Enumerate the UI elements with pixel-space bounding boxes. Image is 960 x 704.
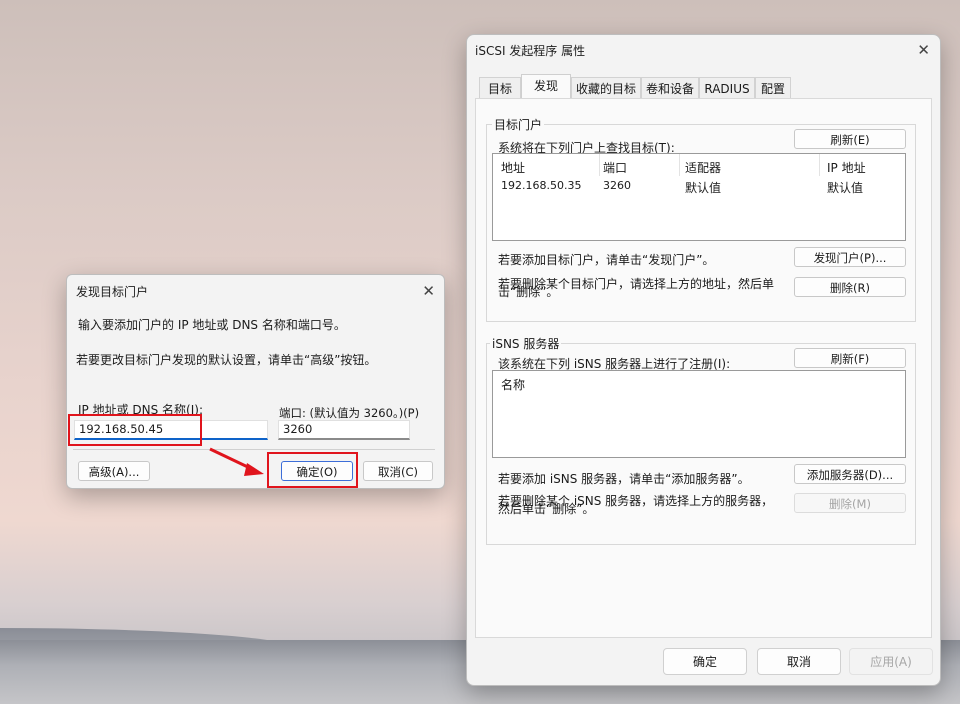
dialog-divider	[73, 449, 435, 450]
tab-configuration[interactable]: 配置	[755, 77, 791, 99]
tab-volumes-devices[interactable]: 卷和设备	[641, 77, 699, 99]
isns-servers-list[interactable]: 名称	[492, 370, 906, 458]
window-title: iSCSI 发起程序 属性	[475, 44, 586, 58]
tab-favorite-targets[interactable]: 收藏的目标	[571, 77, 641, 99]
remove-portal-hint-line2: 击“删除”。	[498, 285, 559, 299]
portals-list[interactable]: 地址 端口 适配器 IP 地址 192.168.50.35 3260 默认值 默…	[492, 153, 906, 241]
discovery-tab-panel: 目标门户 系统将在下列门户上查找目标(T): 刷新(E) 地址 端口 适配器 I…	[475, 98, 932, 638]
remove-isns-hint-line2: 然后单击“删除”。	[498, 502, 595, 516]
port-label: 端口: (默认值为 3260。)(P)	[279, 406, 420, 420]
apply-button[interactable]: 应用(A)	[849, 648, 933, 675]
row-address: 192.168.50.35	[501, 179, 582, 192]
close-icon[interactable]: ✕	[422, 284, 435, 299]
ok-button[interactable]: 确定	[663, 648, 747, 675]
close-icon[interactable]: ✕	[917, 43, 930, 58]
discover-portal-button[interactable]: 发现门户(P)...	[794, 247, 906, 267]
add-isns-server-button[interactable]: 添加服务器(D)...	[794, 464, 906, 484]
column-divider	[599, 154, 600, 176]
ok-highlight-box	[267, 452, 358, 488]
column-header-name[interactable]: 名称	[501, 376, 525, 393]
add-isns-hint: 若要添加 iSNS 服务器，请单击“添加服务器”。	[498, 472, 750, 486]
column-header-port[interactable]: 端口	[603, 159, 627, 176]
row-port: 3260	[603, 179, 631, 192]
iscsi-properties-window: iSCSI 发起程序 属性 ✕ 目标 发现 收藏的目标 卷和设备 RADIUS …	[466, 34, 941, 686]
column-header-ip[interactable]: IP 地址	[827, 159, 866, 176]
cancel-button[interactable]: 取消	[757, 648, 841, 675]
port-input[interactable]: 3260	[278, 420, 410, 440]
discover-portal-window: 发现目标门户 ✕ 输入要添加门户的 IP 地址或 DNS 名称和端口号。 若要更…	[66, 274, 445, 489]
cancel-button[interactable]: 取消(C)	[363, 461, 433, 481]
isns-servers-label: iSNS 服务器	[490, 335, 562, 352]
row-ip: 默认值	[827, 181, 864, 195]
advanced-button[interactable]: 高级(A)...	[78, 461, 150, 481]
column-divider	[679, 154, 680, 176]
ip-highlight-box	[68, 414, 202, 446]
table-row[interactable]: 192.168.50.35 3260 默认值 默认值	[493, 178, 905, 196]
tab-targets[interactable]: 目标	[479, 77, 521, 99]
column-header-adapter[interactable]: 适配器	[685, 159, 721, 176]
target-portals-label: 目标门户	[492, 116, 545, 133]
tab-discovery[interactable]: 发现	[521, 74, 571, 99]
column-header-address[interactable]: 地址	[501, 159, 525, 176]
instruction-text: 输入要添加门户的 IP 地址或 DNS 名称和端口号。	[78, 318, 346, 332]
add-portal-hint: 若要添加目标门户，请单击“发现门户”。	[498, 253, 715, 267]
remove-isns-server-button[interactable]: 删除(M)	[794, 493, 906, 513]
column-divider	[819, 154, 820, 176]
remove-portal-button[interactable]: 删除(R)	[794, 277, 906, 297]
tab-radius[interactable]: RADIUS	[699, 77, 755, 99]
advanced-hint-text: 若要更改目标门户发现的默认设置，请单击“高级”按钮。	[76, 353, 377, 367]
refresh-isns-button[interactable]: 刷新(F)	[794, 348, 906, 368]
refresh-portals-button[interactable]: 刷新(E)	[794, 129, 906, 149]
dialog-title: 发现目标门户	[76, 285, 149, 299]
row-adapter: 默认值	[685, 181, 722, 195]
